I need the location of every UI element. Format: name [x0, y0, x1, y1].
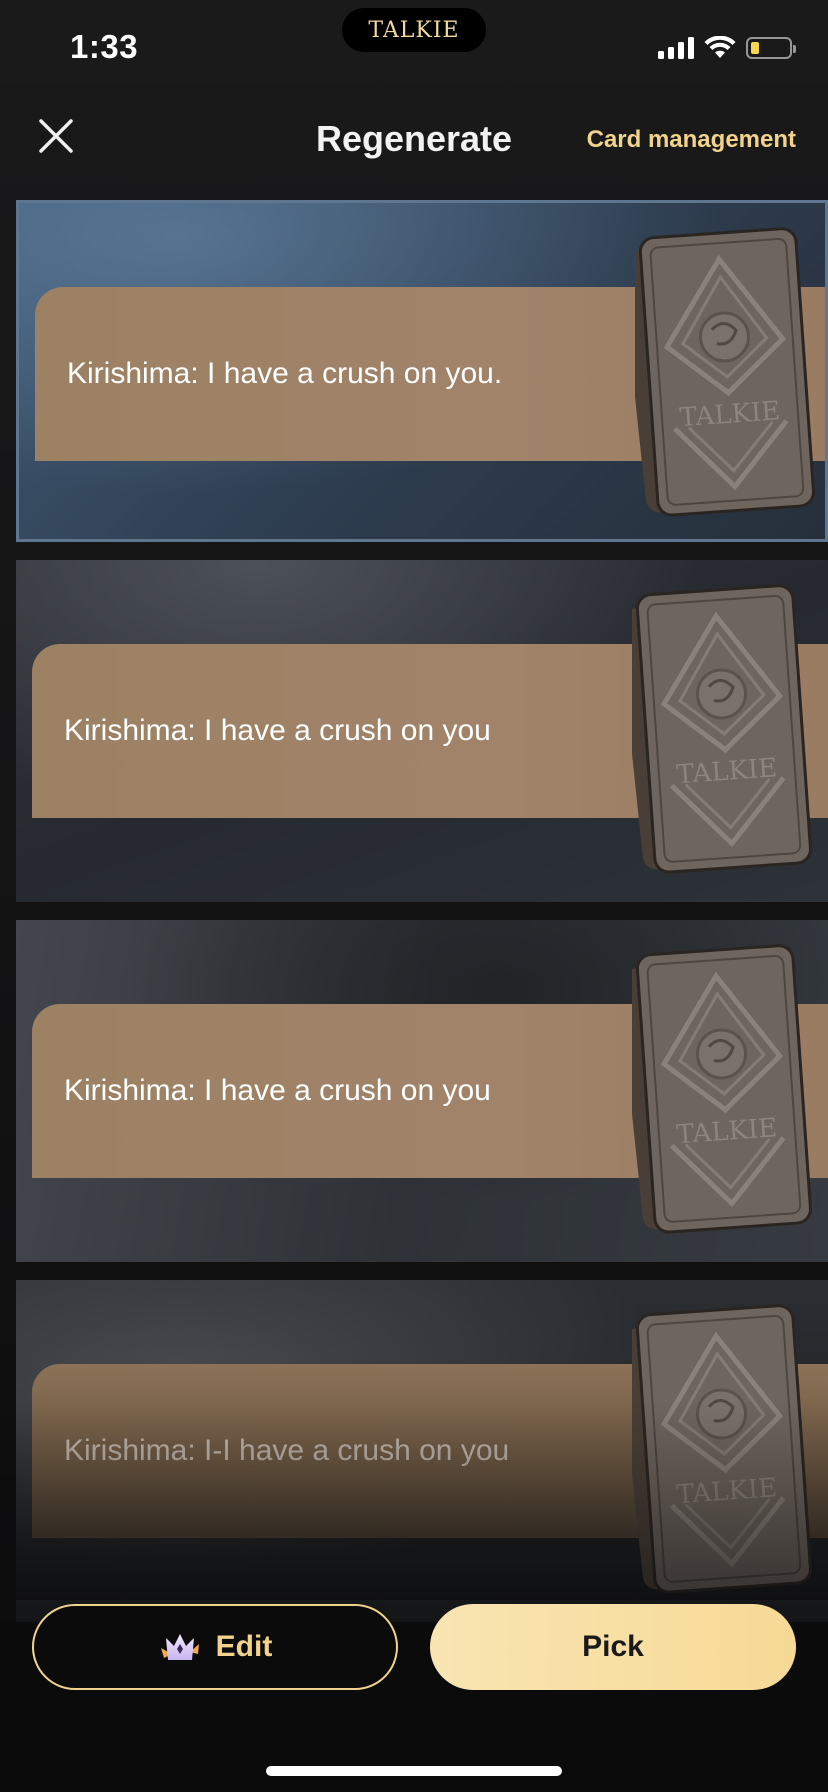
reply-text: Kirishima: I have a crush on you. — [67, 357, 503, 390]
pick-button[interactable]: Pick — [430, 1604, 796, 1690]
reply-options-list: Kirishima: I have a crush on you. TALKIE… — [16, 200, 828, 1640]
status-time: 1:33 — [70, 28, 139, 65]
wifi-icon — [704, 36, 736, 58]
home-indicator[interactable] — [266, 1766, 562, 1776]
card-management-link[interactable]: Card management — [587, 126, 796, 154]
reply-option-selected[interactable]: Kirishima: I have a crush on you. TALKIE — [16, 200, 828, 542]
dynamic-island: TALKIE — [342, 8, 486, 52]
reply-option[interactable]: Kirishima: I have a crush on you TALKIE — [16, 920, 828, 1262]
tarot-card-icon: TALKIE — [632, 584, 812, 874]
tarot-card-icon: TALKIE — [635, 227, 815, 517]
pick-button-label: Pick — [582, 1630, 644, 1663]
status-indicators — [658, 36, 796, 60]
reply-text: Kirishima: I-I have a crush on you — [64, 1434, 510, 1467]
reply-text: Kirishima: I have a crush on you — [64, 714, 491, 747]
battery-level-fill — [751, 42, 759, 54]
regenerate-screen: 1:33 TALKIE Regenerate Card management K… — [0, 0, 828, 1792]
tarot-card-icon: TALKIE — [632, 944, 812, 1234]
tarot-card-icon: TALKIE — [632, 1304, 812, 1594]
battery-icon — [746, 37, 796, 59]
reply-text: Kirishima: I have a crush on you — [64, 1074, 491, 1107]
talkie-logo: TALKIE — [368, 17, 460, 43]
reply-option[interactable]: Kirishima: I-I have a crush on you TALKI… — [16, 1280, 828, 1622]
edit-button-label: Edit — [215, 1630, 273, 1663]
cellular-signal-icon — [658, 37, 694, 59]
reply-option[interactable]: Kirishima: I have a crush on you TALKIE — [16, 560, 828, 902]
crown-icon — [160, 1634, 199, 1660]
edit-button[interactable]: Edit — [32, 1604, 398, 1690]
